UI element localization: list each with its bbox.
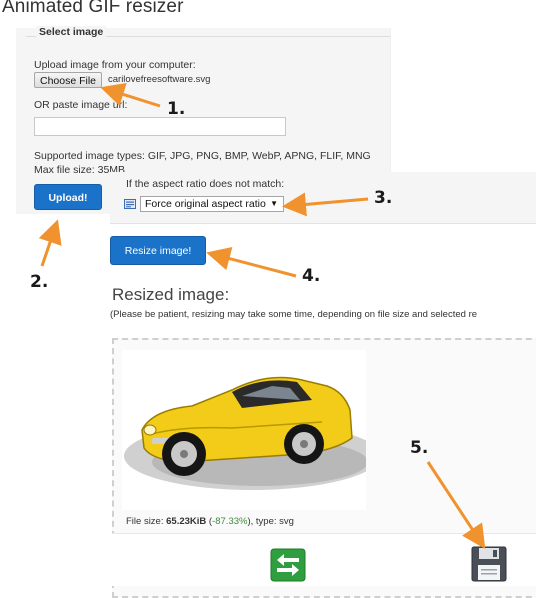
step-marker-1: 1. bbox=[167, 99, 186, 119]
chosen-filename: carilovefreesoftware.svg bbox=[108, 74, 211, 85]
aspect-ratio-label: If the aspect ratio does not match: bbox=[126, 178, 285, 190]
yellow-car-image bbox=[124, 376, 380, 490]
chevron-down-icon: ▼ bbox=[270, 199, 278, 208]
image-url-input[interactable] bbox=[34, 117, 286, 136]
step-marker-2: 2. bbox=[30, 272, 49, 292]
step-marker-5: 5. bbox=[410, 438, 429, 458]
choose-file-button[interactable]: Choose File bbox=[34, 72, 102, 88]
aspect-ratio-select[interactable]: Force original aspect ratio ▼ bbox=[140, 196, 284, 212]
swap-arrows-icon[interactable] bbox=[270, 548, 306, 582]
file-size-prefix: File size: bbox=[126, 516, 167, 527]
step-marker-3: 3. bbox=[374, 188, 393, 208]
step-marker-4: 4. bbox=[302, 266, 321, 286]
upload-button[interactable]: Upload! bbox=[34, 184, 102, 210]
supported-types-text: Supported image types: GIF, JPG, PNG, BM… bbox=[34, 150, 371, 162]
arrow-to-upload bbox=[38, 219, 62, 267]
resize-image-button[interactable]: Resize image! bbox=[110, 236, 206, 265]
file-type-suffix: ), type: svg bbox=[247, 516, 294, 527]
url-label: OR paste image url: bbox=[34, 99, 128, 111]
file-size-change: -87.33% bbox=[212, 516, 248, 527]
list-select-icon bbox=[124, 199, 136, 209]
file-size-info: File size: 65.23KiB (-87.33%), type: svg bbox=[126, 516, 294, 527]
resized-image-heading: Resized image: bbox=[112, 285, 230, 304]
page-title: Animated GIF resizer bbox=[2, 0, 184, 17]
resized-image-preview bbox=[122, 350, 380, 510]
aspect-ratio-selected-option: Force original aspect ratio bbox=[145, 198, 266, 210]
upload-label: Upload image from your computer: bbox=[34, 59, 196, 71]
arrow-to-resize bbox=[206, 246, 297, 278]
floppy-disk-save-icon[interactable] bbox=[471, 546, 507, 582]
resize-wait-note: (Please be patient, resizing may take so… bbox=[110, 309, 478, 320]
fieldset-legend: Select image bbox=[36, 26, 107, 38]
file-size-value: 65.23KiB bbox=[166, 516, 207, 527]
